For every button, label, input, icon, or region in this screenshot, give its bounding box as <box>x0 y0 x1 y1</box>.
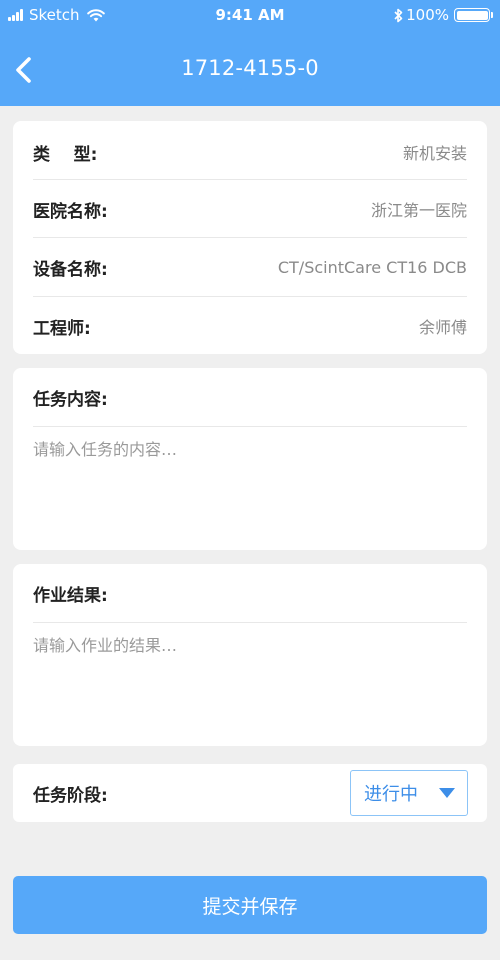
work-result-header: 作业结果: <box>33 564 467 623</box>
status-right: 100% <box>394 6 493 24</box>
type-value: 新机安装 <box>402 144 467 163</box>
task-stage-dropdown[interactable]: 进行中 <box>350 770 468 816</box>
task-stage-row: 任务阶段: 进行中 <box>33 764 468 822</box>
engineer-value: 余师傅 <box>418 318 467 337</box>
type-row: 类 型: 新机安装 <box>33 123 467 181</box>
device-label: 设备名称: <box>33 259 108 280</box>
bluetooth-icon <box>394 8 403 22</box>
status-bar: Sketch 9:41 AM 100% <box>0 0 500 32</box>
work-result-label: 作业结果: <box>33 585 108 606</box>
work-result-card: 作业结果: <box>13 564 487 746</box>
work-result-input[interactable] <box>33 632 467 734</box>
order-info-card: 类 型: 新机安装 医院名称: 浙江第一医院 设备名称: CT/ScintCar… <box>13 121 487 354</box>
page-title: 1712-4155-0 <box>181 56 319 80</box>
hospital-value: 浙江第一医院 <box>370 201 467 220</box>
hospital-label: 医院名称: <box>33 201 108 222</box>
task-content-card: 任务内容: <box>13 368 487 550</box>
task-stage-selected: 进行中 <box>364 784 418 805</box>
app-header: Sketch 9:41 AM 100% 1712-4155-0 <box>0 0 500 106</box>
caret-down-icon <box>439 788 455 798</box>
device-value: CT/ScintCare CT16 DCB <box>277 257 467 277</box>
task-content-header: 任务内容: <box>33 368 467 427</box>
engineer-row: 工程师: 余师傅 <box>33 296 467 355</box>
task-content-input[interactable] <box>33 436 467 538</box>
submit-save-button[interactable]: 提交并保存 <box>13 876 487 934</box>
engineer-label: 工程师: <box>33 318 91 339</box>
task-stage-label: 任务阶段: <box>33 785 108 806</box>
battery-percentage: 100% <box>406 6 449 24</box>
task-content-label: 任务内容: <box>33 389 108 410</box>
battery-icon <box>454 8 493 22</box>
hospital-row: 医院名称: 浙江第一医院 <box>33 179 467 238</box>
device-row: 设备名称: CT/ScintCare CT16 DCB <box>33 237 467 296</box>
type-label: 类 型: <box>33 144 98 165</box>
task-stage-card: 任务阶段: 进行中 <box>13 764 487 822</box>
